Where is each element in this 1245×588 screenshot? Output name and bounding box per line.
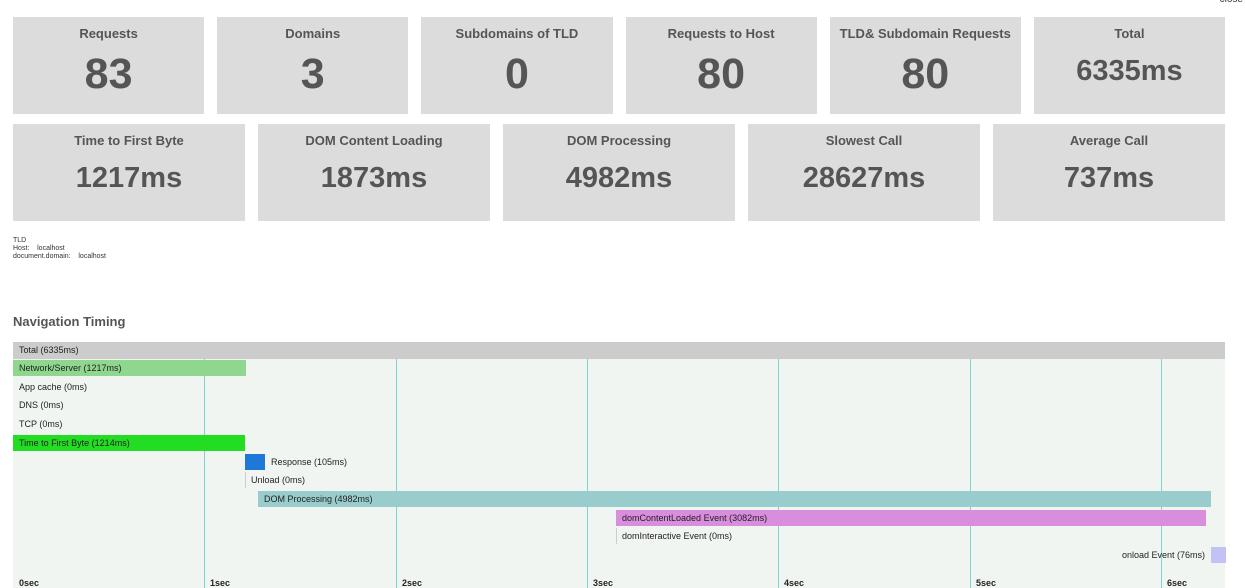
stat-label: Average Call — [1069, 133, 1149, 148]
stat-label: Total — [1114, 26, 1145, 41]
timing-bar-label: App cache (0ms) — [19, 382, 88, 392]
stat-label: Domains — [285, 26, 341, 41]
timing-bar-label: Response (105ms) — [271, 457, 348, 467]
stat-label: DOM Processing — [566, 133, 672, 148]
stat-label: Subdomains of TLD — [455, 26, 579, 41]
host-line: Host: localhost — [13, 245, 106, 253]
stat-label: Requests — [79, 26, 138, 41]
timing-marker — [245, 472, 246, 488]
stat-subdomains: Subdomains of TLD 0 — [421, 17, 613, 114]
timing-bar — [1211, 547, 1226, 563]
time-tick-label: 3sec — [593, 578, 614, 588]
gridline — [204, 359, 205, 588]
timing-bar — [245, 454, 265, 470]
stat-total: Total 6335ms — [1033, 17, 1226, 114]
host-info: TLD Host: localhost document.domain: loc… — [13, 237, 106, 261]
time-tick-label: 5sec — [976, 578, 997, 588]
stat-label: DOM Content Loading — [305, 133, 443, 148]
time-tick-label: 6sec — [1167, 578, 1188, 588]
gridline — [587, 359, 588, 588]
navigation-timing-chart: Total (6335ms) 0sec 1sec 2sec 3sec 4sec 5sec 6… — [13, 342, 1226, 588]
stat-value: 6335ms — [1076, 55, 1183, 87]
total-bar-label: Total (6335ms) — [19, 345, 79, 355]
stats-row-timing: Time to First Byte 1217ms DOM Content Lo… — [13, 124, 1225, 221]
tld-label: TLD — [13, 237, 27, 244]
stat-label: Time to First Byte — [74, 133, 184, 148]
stat-label: Slowest Call — [825, 133, 903, 148]
timing-bar-label: Time to First Byte (1214ms) — [19, 438, 130, 448]
host-label: Host: — [13, 245, 30, 252]
stat-value: 737ms — [1063, 162, 1155, 194]
stat-value: 1217ms — [75, 162, 183, 194]
time-tick-label: 0sec — [19, 578, 40, 588]
gridline — [396, 359, 397, 588]
time-tick-label: 1sec — [210, 578, 231, 588]
stat-dom-processing: DOM Processing 4982ms — [503, 124, 735, 221]
timing-bar-label: DOM Processing (4982ms) — [264, 494, 373, 504]
stat-value: 0 — [504, 50, 529, 98]
timing-bar-label: TCP (0ms) — [19, 419, 63, 429]
stat-domains: Domains 3 — [217, 17, 409, 114]
timing-bar-label: onload Event (76ms) — [1121, 550, 1205, 560]
stat-value: 3 — [300, 50, 325, 98]
time-tick-label: 2sec — [402, 578, 423, 588]
stat-ttfb: Time to First Byte 1217ms — [13, 124, 245, 221]
stat-value: 80 — [901, 50, 950, 98]
gridline — [778, 359, 779, 588]
navigation-timing-title: Navigation Timing — [13, 314, 126, 329]
timing-bar-label: Network/Server (1217ms) — [19, 363, 122, 373]
stat-value: 1873ms — [320, 162, 428, 194]
stat-value: 80 — [697, 50, 746, 98]
stat-requests-to-host: Requests to Host 80 — [625, 17, 817, 114]
stats-row-primary: Requests 83 Domains 3 Subdomains of TLD … — [13, 17, 1226, 114]
total-bar — [13, 342, 1225, 359]
domain-line: document.domain: localhost — [13, 253, 106, 261]
close-link[interactable]: close — [1220, 0, 1243, 5]
stat-value: 83 — [84, 50, 133, 98]
stat-value: 28627ms — [802, 162, 926, 194]
stat-slowest-call: Slowest Call 28627ms — [748, 124, 980, 221]
timing-bar-label: domInteractive Event (0ms) — [622, 531, 733, 541]
stat-label: TLD& Subdomain Requests — [839, 26, 1011, 41]
stat-value: 4982ms — [565, 162, 673, 194]
stat-dom-content-loading: DOM Content Loading 1873ms — [258, 124, 490, 221]
domain-label: document.domain: — [13, 253, 71, 260]
timing-marker — [616, 528, 617, 544]
time-tick-label: 4sec — [784, 578, 805, 588]
gridline — [970, 359, 971, 588]
stat-requests: Requests 83 — [13, 17, 205, 114]
timing-bar-label: Unload (0ms) — [251, 475, 306, 485]
stat-tld-subdomain-requests: TLD& Subdomain Requests 80 — [829, 17, 1021, 114]
stat-label: Requests to Host — [667, 26, 775, 41]
stat-average-call: Average Call 737ms — [993, 124, 1225, 221]
timing-bar — [258, 491, 1211, 507]
timing-bar-label: DNS (0ms) — [19, 400, 64, 410]
domain-value: localhost — [78, 253, 107, 260]
host-value: localhost — [37, 245, 65, 252]
timing-bar-label: domContentLoaded Event (3082ms) — [622, 513, 768, 523]
